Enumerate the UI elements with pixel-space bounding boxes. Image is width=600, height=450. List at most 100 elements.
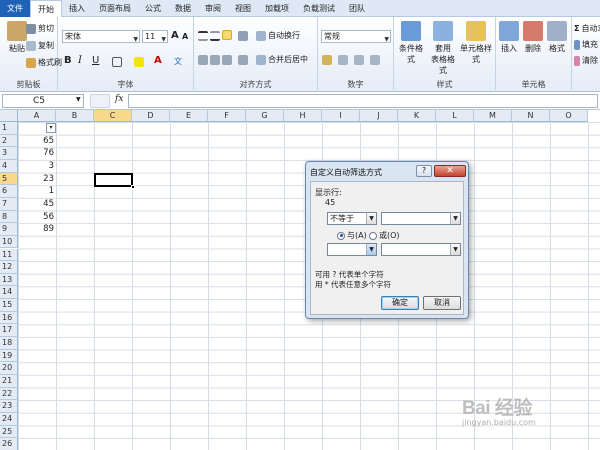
- cell-styles-button[interactable]: 单元格样式: [458, 21, 494, 65]
- font-size-combo[interactable]: 11 ▼: [142, 30, 168, 43]
- copy-button[interactable]: 复制: [26, 40, 54, 51]
- row-header-17[interactable]: 17: [0, 324, 18, 338]
- shrink-font-button[interactable]: A: [182, 32, 188, 41]
- help-button[interactable]: ?: [416, 165, 432, 177]
- conditional-format-button[interactable]: 条件格式: [396, 21, 426, 65]
- fill-button[interactable]: 填充: [574, 39, 598, 50]
- underline-button[interactable]: U: [92, 55, 99, 66]
- bold-button[interactable]: B: [64, 55, 72, 66]
- column-header-j[interactable]: J: [360, 110, 398, 122]
- formula-input[interactable]: [128, 94, 598, 108]
- insert-cells-button[interactable]: 插入: [496, 21, 522, 54]
- column-header-i[interactable]: I: [322, 110, 360, 122]
- align-center-button[interactable]: [210, 55, 220, 65]
- operator2-select[interactable]: ▼: [327, 243, 377, 256]
- row-header-7[interactable]: 7: [0, 197, 18, 211]
- decimal-increase-button[interactable]: [354, 55, 364, 65]
- row-header-10[interactable]: 10: [0, 235, 18, 249]
- font-color-button[interactable]: A: [154, 55, 162, 66]
- column-header-d[interactable]: D: [132, 110, 170, 122]
- row-header-8[interactable]: 8: [0, 210, 18, 224]
- number-format-combo[interactable]: 常规 ▼: [321, 30, 391, 43]
- row-header-13[interactable]: 13: [0, 273, 18, 287]
- value2-combo[interactable]: ▼: [381, 243, 461, 256]
- chevron-down-icon[interactable]: ▼: [76, 96, 81, 103]
- column-header-g[interactable]: G: [246, 110, 284, 122]
- font-name-combo[interactable]: 宋体 ▼: [62, 30, 140, 43]
- row-header-24[interactable]: 24: [0, 412, 18, 426]
- align-bottom-button[interactable]: [222, 30, 232, 40]
- active-cell[interactable]: [94, 173, 133, 187]
- orientation-button[interactable]: [238, 31, 248, 41]
- align-right-button[interactable]: [222, 55, 232, 65]
- tab-home[interactable]: 开始: [30, 0, 62, 17]
- column-header-m[interactable]: M: [474, 110, 512, 122]
- cell-a6[interactable]: 1: [18, 185, 56, 198]
- format-as-table-button[interactable]: 套用 表格格式: [428, 21, 458, 76]
- row-header-12[interactable]: 12: [0, 261, 18, 274]
- column-header-k[interactable]: K: [398, 110, 436, 122]
- tab-data[interactable]: 数据: [168, 0, 198, 17]
- tab-team[interactable]: 团队: [342, 0, 372, 17]
- filter-dropdown-icon[interactable]: ▾: [46, 123, 56, 133]
- cell-a9[interactable]: 89: [18, 223, 56, 236]
- format-painter-button[interactable]: 格式刷: [26, 57, 62, 68]
- cell-a8[interactable]: 56: [18, 211, 56, 224]
- column-header-f[interactable]: F: [208, 110, 246, 122]
- name-box[interactable]: C5: [2, 94, 84, 108]
- row-header-26[interactable]: 26: [0, 438, 18, 450]
- row-header-5[interactable]: 5: [0, 172, 18, 186]
- row-header-11[interactable]: 11: [0, 248, 18, 262]
- ok-button[interactable]: 确定: [381, 296, 419, 310]
- insert-function-button[interactable]: fx: [115, 94, 123, 104]
- row-header-4[interactable]: 4: [0, 159, 18, 173]
- autosum-button[interactable]: Σ自动求: [574, 23, 600, 34]
- row-header-21[interactable]: 21: [0, 375, 18, 388]
- tab-file[interactable]: 文件: [0, 0, 30, 17]
- or-radio[interactable]: 或(O): [369, 230, 400, 241]
- row-header-23[interactable]: 23: [0, 400, 18, 413]
- align-top-button[interactable]: [198, 31, 208, 41]
- row-header-9[interactable]: 9: [0, 223, 18, 236]
- percent-button[interactable]: [338, 55, 348, 65]
- cell-a7[interactable]: 45: [18, 198, 56, 211]
- column-header-h[interactable]: H: [284, 110, 322, 122]
- column-header-b[interactable]: B: [56, 110, 94, 122]
- align-left-button[interactable]: [198, 55, 208, 65]
- column-header-e[interactable]: E: [170, 110, 208, 122]
- indent-button[interactable]: [238, 55, 248, 65]
- align-middle-button[interactable]: [210, 31, 220, 41]
- tab-load-test[interactable]: 负载测试: [296, 0, 342, 17]
- delete-cells-button[interactable]: 删除: [520, 21, 546, 54]
- merge-center-button[interactable]: 合并后居中: [256, 54, 308, 65]
- tab-insert[interactable]: 插入: [62, 0, 92, 17]
- row-header-3[interactable]: 3: [0, 147, 18, 160]
- row-header-16[interactable]: 16: [0, 311, 18, 325]
- tab-formulas[interactable]: 公式: [138, 0, 168, 17]
- operator1-select[interactable]: 不等于 ▼: [327, 212, 377, 225]
- currency-button[interactable]: [322, 55, 332, 65]
- italic-button[interactable]: I: [78, 55, 82, 66]
- row-header-6[interactable]: 6: [0, 185, 18, 198]
- fill-color-button[interactable]: [134, 57, 144, 67]
- cell-a2[interactable]: 65: [18, 135, 56, 148]
- row-header-18[interactable]: 18: [0, 337, 18, 350]
- decimal-decrease-button[interactable]: [370, 55, 380, 65]
- column-header-a[interactable]: A: [18, 110, 56, 122]
- tab-page-layout[interactable]: 页面布局: [92, 0, 138, 17]
- phonetic-button[interactable]: 文: [174, 56, 182, 67]
- row-header-15[interactable]: 15: [0, 299, 18, 312]
- row-header-2[interactable]: 2: [0, 134, 18, 148]
- column-header-o[interactable]: O: [550, 110, 588, 122]
- border-button[interactable]: [112, 57, 122, 67]
- and-radio[interactable]: 与(A): [337, 230, 367, 241]
- cell-a5[interactable]: 23: [18, 173, 56, 186]
- cell-a3[interactable]: 76: [18, 147, 56, 160]
- row-header-14[interactable]: 14: [0, 286, 18, 300]
- column-header-n[interactable]: N: [512, 110, 550, 122]
- tab-view[interactable]: 视图: [228, 0, 258, 17]
- wrap-text-button[interactable]: 自动换行: [256, 30, 300, 41]
- row-header-22[interactable]: 22: [0, 387, 18, 401]
- row-header-1[interactable]: 1: [0, 122, 18, 135]
- cancel-button[interactable]: 取消: [423, 296, 461, 310]
